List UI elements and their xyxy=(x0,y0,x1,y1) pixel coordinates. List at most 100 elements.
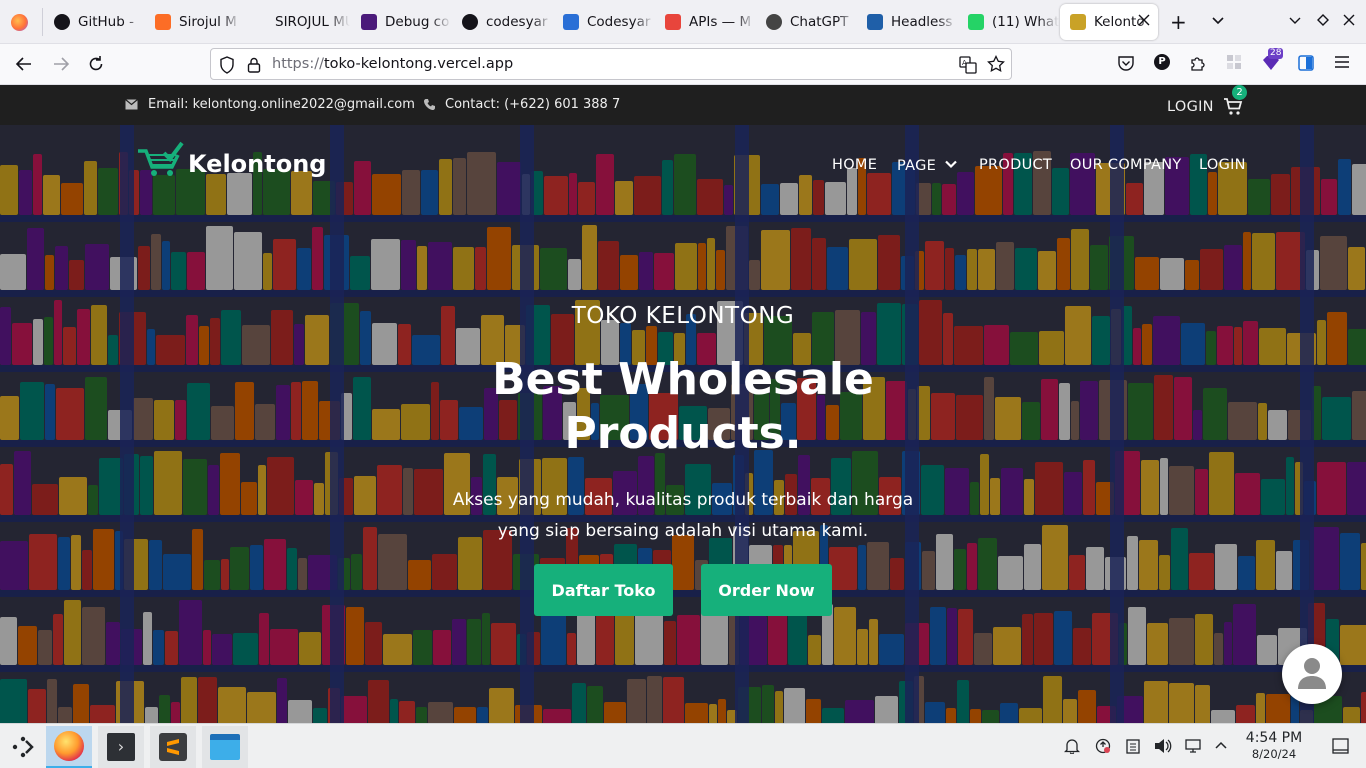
menu-login[interactable]: LOGIN xyxy=(1199,157,1246,173)
browser-tab-label: APIs — M xyxy=(689,14,752,30)
browser-tab[interactable]: Debug co xyxy=(361,0,451,44)
envelope-icon xyxy=(125,99,138,114)
daftar-toko-button[interactable]: Daftar Toko xyxy=(534,564,673,616)
topbar-contact[interactable]: Contact: (+622) 601 388 7 xyxy=(445,97,620,112)
topbar-login[interactable]: LOGIN xyxy=(1167,99,1214,115)
app-launcher-icon[interactable] xyxy=(0,726,46,768)
browser-tab[interactable]: GitHub - xyxy=(54,0,144,44)
hero-title-line1: Best Wholesale xyxy=(492,354,874,405)
hero-content: TOKO KELONTONG Best Wholesale Products. … xyxy=(0,303,1366,547)
user-avatar-icon xyxy=(1297,657,1327,693)
azure-icon xyxy=(563,14,579,30)
back-icon[interactable] xyxy=(14,54,34,79)
apis-icon xyxy=(665,14,681,30)
browser-tab-label: Debug co xyxy=(385,14,450,30)
phone-icon xyxy=(424,98,435,115)
tray-expand-chevron-up-icon[interactable] xyxy=(1214,738,1228,757)
browser-tab[interactable]: Headless xyxy=(867,0,957,44)
browser-tab[interactable]: codesyar xyxy=(462,0,552,44)
extensions-puzzle-icon[interactable] xyxy=(1189,54,1207,77)
close-tab-icon[interactable] xyxy=(1138,14,1150,30)
new-tab-button[interactable]: + xyxy=(1170,10,1187,34)
menu-page-label: PAGE xyxy=(897,158,937,174)
browser-tab[interactable]: Codesyar xyxy=(563,0,654,44)
tracking-protection-icon[interactable] xyxy=(219,56,235,78)
browser-tab-label: Sirojul M xyxy=(179,14,237,30)
lock-icon[interactable] xyxy=(246,56,262,78)
headless-icon xyxy=(867,14,883,30)
forward-icon[interactable] xyxy=(51,54,71,79)
chatgpt-icon xyxy=(766,14,782,30)
terminal-taskbar-icon[interactable]: › xyxy=(98,726,144,768)
clock-time: 4:54 PM xyxy=(1245,730,1303,746)
extension-badge: 28 xyxy=(1268,48,1284,59)
bookmark-star-icon[interactable] xyxy=(987,54,1005,77)
clock[interactable]: 4:54 PM 8/20/24 xyxy=(1238,730,1310,761)
codesyar-icon xyxy=(462,14,478,30)
maximize-icon[interactable] xyxy=(1316,12,1330,31)
chat-widget-button[interactable] xyxy=(1282,644,1342,704)
browser-tab-label: (11) What xyxy=(992,14,1059,30)
browser-tab[interactable]: (11) What xyxy=(968,0,1059,44)
hero-title-line2: Products. xyxy=(564,408,802,459)
network-icon[interactable] xyxy=(1185,738,1203,758)
browser-tab[interactable]: Kelonto xyxy=(1060,4,1158,40)
site-logo[interactable]: Kelontong xyxy=(136,141,326,187)
github-icon xyxy=(54,14,70,30)
shopping-cart-logo-icon xyxy=(136,141,184,187)
menu-our-company[interactable]: OUR COMPANY xyxy=(1070,157,1182,173)
hero-section: Kelontong HOME PAGE PRODUCT OUR COMPANY … xyxy=(0,125,1366,723)
firefox-taskbar-icon[interactable] xyxy=(46,726,92,768)
cart-icon[interactable] xyxy=(1223,98,1243,120)
update-icon[interactable] xyxy=(1095,738,1111,758)
hero-kicker: TOKO KELONTONG xyxy=(571,303,795,329)
url-text[interactable]: https://toko-kelontong.vercel.app xyxy=(272,56,513,72)
firefox-view-icon[interactable] xyxy=(11,14,28,31)
translate-icon[interactable]: A xyxy=(959,56,977,78)
browser-tab[interactable]: SIROJUL MU xyxy=(251,0,350,44)
file-manager-taskbar-icon[interactable] xyxy=(202,726,248,768)
menu-product[interactable]: PRODUCT xyxy=(979,157,1052,173)
hero-subtitle-line2: yang siap bersaing adalah visi utama kam… xyxy=(497,521,869,541)
pocket-icon[interactable] xyxy=(1117,54,1135,77)
menu-home[interactable]: HOME xyxy=(832,157,877,173)
browser-tab-strip: GitHub - Sirojul M SIROJUL MU Debug co code… xyxy=(0,0,1366,44)
browser-tab-label: SIROJUL MU xyxy=(275,14,350,30)
browser-tab[interactable]: ChatGPT xyxy=(766,0,856,44)
gitlab-icon xyxy=(155,14,171,30)
sublime-text-taskbar-icon[interactable] xyxy=(150,726,196,768)
browser-tab-label: ChatGPT xyxy=(790,14,849,30)
profile-p-icon[interactable]: P xyxy=(1154,54,1170,70)
clipboard-icon[interactable] xyxy=(1126,738,1140,758)
web-page: Email: kelontong.online2022@gmail.com Co… xyxy=(0,85,1366,723)
blank-icon xyxy=(251,14,267,30)
close-window-icon[interactable] xyxy=(1342,12,1356,31)
svg-text:A: A xyxy=(962,59,967,67)
browser-tab[interactable]: Sirojul M xyxy=(155,0,240,44)
browser-tab-label: GitHub - xyxy=(78,14,134,30)
topbar-email[interactable]: Email: kelontong.online2022@gmail.com xyxy=(148,97,415,112)
browser-tab-label: Codesyar xyxy=(587,14,651,30)
volume-icon[interactable] xyxy=(1154,738,1172,758)
extension-grid-icon[interactable] xyxy=(1226,54,1242,75)
order-now-button[interactable]: Order Now xyxy=(701,564,832,616)
minimize-icon[interactable] xyxy=(1288,12,1302,31)
browser-tab-label: codesyar xyxy=(486,14,548,30)
show-desktop-icon[interactable] xyxy=(1332,738,1349,758)
url-scheme: https:// xyxy=(272,56,324,72)
hamburger-menu-icon[interactable] xyxy=(1334,54,1350,75)
url-bar[interactable]: https://toko-kelontong.vercel.app A xyxy=(210,48,1012,80)
extension-purple-icon[interactable]: 28 xyxy=(1261,48,1284,79)
extension-sidebar-icon[interactable] xyxy=(1297,54,1315,77)
brand-name: Kelontong xyxy=(188,150,327,178)
reload-icon[interactable] xyxy=(86,54,106,79)
debug-icon xyxy=(361,14,377,30)
site-topbar: Email: kelontong.online2022@gmail.com Co… xyxy=(0,85,1366,125)
clock-date: 8/20/24 xyxy=(1251,747,1297,761)
browser-tab-label: Headless xyxy=(891,14,953,30)
list-all-tabs-icon[interactable] xyxy=(1210,12,1226,32)
notifications-bell-icon[interactable] xyxy=(1063,738,1081,758)
browser-tab[interactable]: APIs — M xyxy=(665,0,755,44)
kelontong-icon xyxy=(1070,14,1086,30)
menu-page[interactable]: PAGE xyxy=(897,157,957,174)
